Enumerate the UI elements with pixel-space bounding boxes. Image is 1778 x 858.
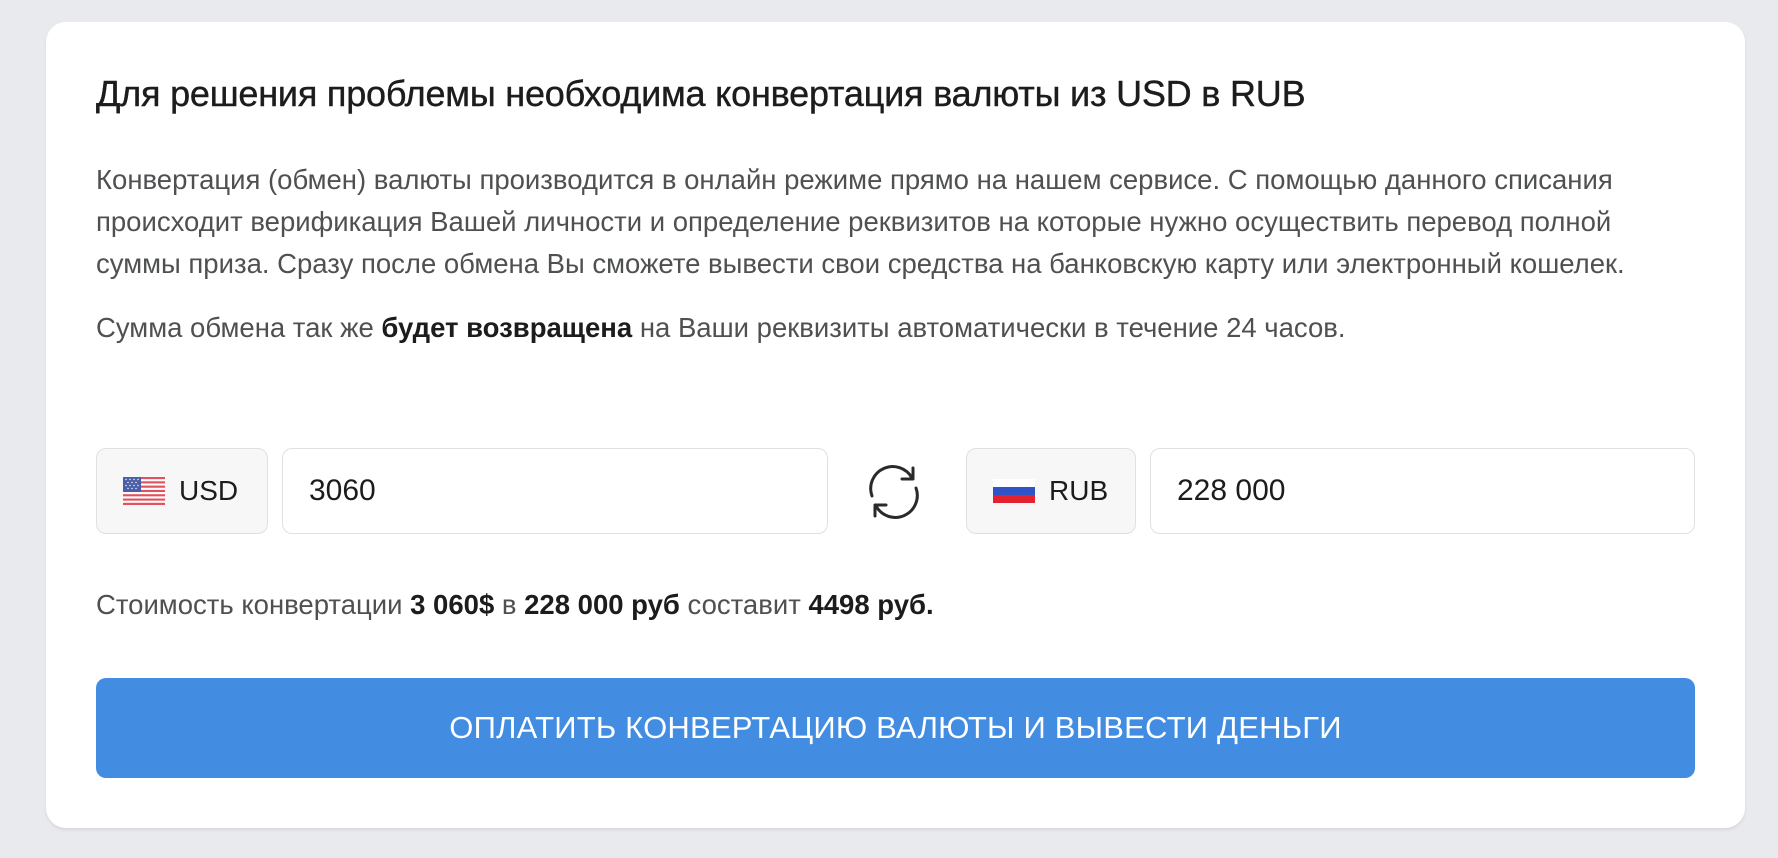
cost-mid: в xyxy=(494,589,525,620)
currency-converter: USD 3060 RUB 228 000 xyxy=(96,448,1695,536)
swap-currencies-button[interactable] xyxy=(864,462,924,522)
refund-note-bold: будет возвращена xyxy=(381,312,633,344)
conversion-cost-text: Стоимость конвертации 3 060$ в 228 000 р… xyxy=(96,584,934,626)
cost-from-amount: 3 060$ xyxy=(410,589,495,620)
to-currency-label: RUB xyxy=(1049,475,1109,506)
to-amount-input[interactable]: 228 000 xyxy=(1150,448,1695,534)
cost-mid2: составит xyxy=(679,589,809,620)
cost-fee: 4498 руб. xyxy=(808,589,934,620)
from-currency-selector[interactable]: USD xyxy=(96,448,268,534)
to-currency-selector[interactable]: RUB xyxy=(966,448,1136,534)
ru-flag-icon xyxy=(993,479,1035,503)
cost-prefix: Стоимость конвертации xyxy=(96,589,411,620)
cost-to-amount: 228 000 руб xyxy=(524,589,680,620)
refund-note-suffix: на Ваши реквизиты автоматически в течени… xyxy=(632,312,1346,344)
refresh-icon xyxy=(864,462,924,522)
pay-conversion-button[interactable]: ОПЛАТИТЬ КОНВЕРТАЦИЮ ВАЛЮТЫ И ВЫВЕСТИ ДЕ… xyxy=(96,678,1695,778)
from-amount-input[interactable]: 3060 xyxy=(282,448,828,534)
refund-note: Сумма обмена так же будет возвращена на … xyxy=(96,307,1695,349)
card-title: Для решения проблемы необходима конверта… xyxy=(96,73,1306,114)
us-flag-icon xyxy=(123,477,165,505)
from-currency-label: USD xyxy=(179,475,239,506)
card-description: Конвертация (обмен) валюты производится … xyxy=(96,164,1625,280)
refund-note-prefix: Сумма обмена так же xyxy=(96,312,382,344)
conversion-card: Для решения проблемы необходима конверта… xyxy=(46,22,1745,828)
